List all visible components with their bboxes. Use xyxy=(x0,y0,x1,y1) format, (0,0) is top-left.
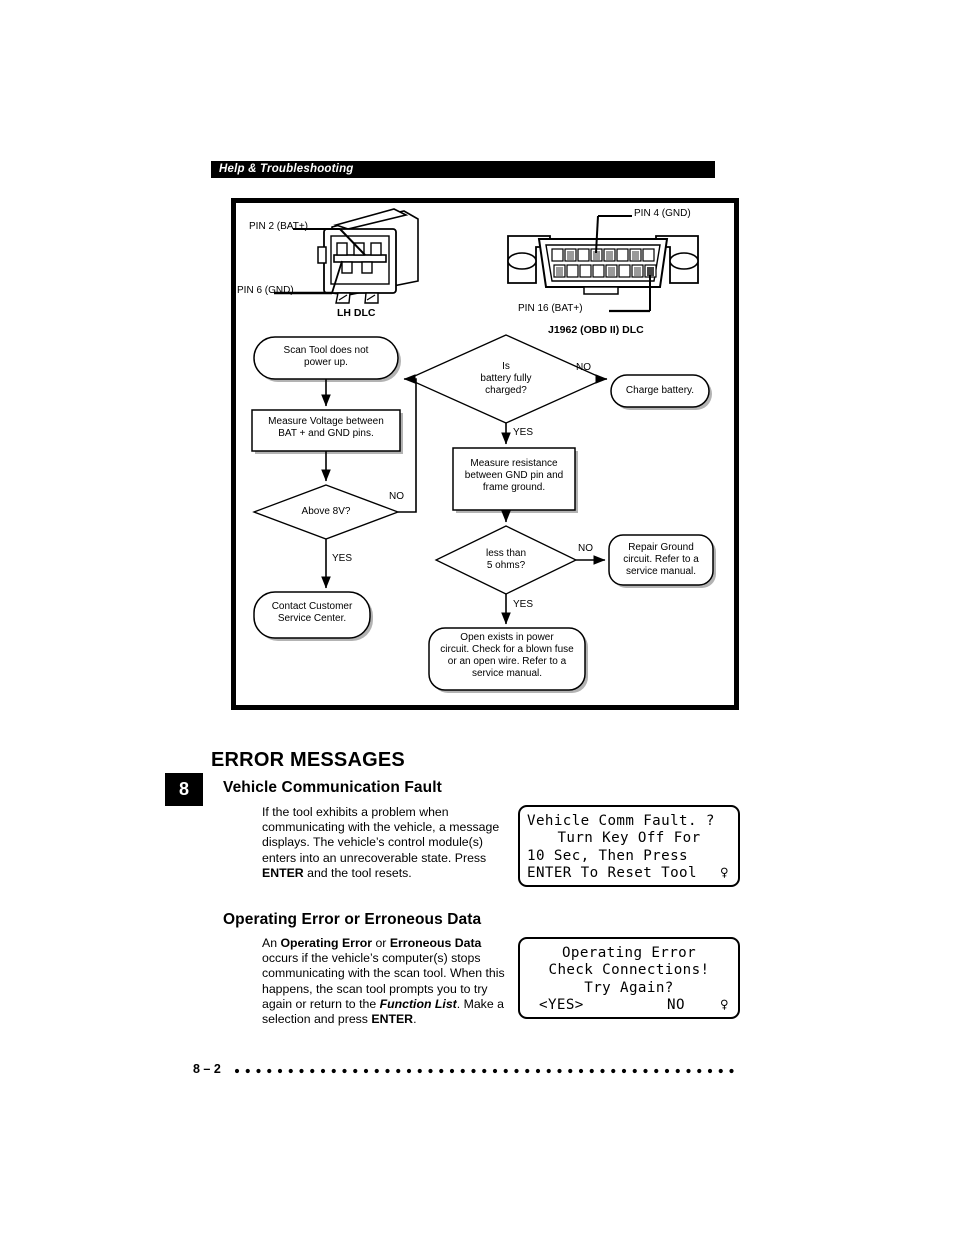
lcd-line-2: Check Connections! xyxy=(548,962,710,979)
footer-dot-leader xyxy=(235,1068,734,1074)
edge-label-above-8v-yes: YES xyxy=(332,553,353,564)
scroll-down-arrow-icon: ♀ xyxy=(720,865,729,882)
flow-node-charge-battery: Charge battery. xyxy=(625,385,695,396)
figure-graphics xyxy=(251,208,716,693)
heading-operating-error-or-erroneous-data: Operating Error or Erroneous Data xyxy=(223,911,482,928)
edge-label-less-than-5-ohms-no: NO xyxy=(578,543,593,554)
caption-lh-dlc: LH DLC xyxy=(337,307,376,319)
flow-node-above-8v: Above 8V? xyxy=(301,506,351,517)
flow-node-less-than-5-ohms: less than 5 ohms? xyxy=(485,548,527,571)
lcd-line-1: Vehicle Comm Fault. ? xyxy=(527,813,715,829)
flow-node-measure-resistance: Measure resistance between GND pin and f… xyxy=(464,458,564,493)
body-vehicle-communication-fault: If the tool exhibits a problem when comm… xyxy=(262,805,500,880)
flow-node-repair-ground: Repair Ground circuit. Refer to a servic… xyxy=(623,542,699,577)
running-header-title: Help & Troubleshooting xyxy=(219,163,354,175)
edge-label-less-than-5-ohms-yes: YES xyxy=(513,599,534,610)
troubleshooting-figure: PIN 2 (BAT+) PIN 6 (GND) LH DLC PIN 4 (G… xyxy=(231,198,739,710)
edge-label-battery-charged-yes: YES xyxy=(513,427,534,438)
caption-j1962-dlc: J1962 (OBD II) DLC xyxy=(548,324,644,336)
lcd-line-4-text: ENTER To Reset Tool xyxy=(527,865,697,882)
chapter-number: 8 xyxy=(178,779,189,799)
lcd-line-3: 10 Sec, Then Press xyxy=(527,847,688,864)
scroll-down-arrow-icon: ♀ xyxy=(720,997,729,1014)
footer-page-number: 8 – 2 xyxy=(193,1062,221,1076)
lcd-screen-operating-error: Operating Error Check Connections! Try A… xyxy=(518,937,740,1019)
lcd-line-2: Turn Key Off For xyxy=(557,830,701,847)
lcd-option-no[interactable]: NO xyxy=(667,997,685,1014)
edge-label-above-8v-no: NO xyxy=(389,491,404,502)
lcd-line-1: Operating Error xyxy=(561,945,697,961)
flow-node-battery-charged: Is battery fully charged? xyxy=(480,361,532,396)
running-header-bar: Help & Troubleshooting xyxy=(211,161,715,178)
page-title: ERROR MESSAGES xyxy=(211,749,405,771)
flow-node-measure-voltage: Measure Voltage between BAT + and GND pi… xyxy=(268,416,384,439)
heading-vehicle-communication-fault: Vehicle Communication Fault xyxy=(223,779,442,796)
lcd-line-4: ENTER To Reset Tool ♀ xyxy=(527,865,731,882)
lcd-line-3: Try Again? xyxy=(584,979,674,996)
callout-pin-2-bat-plus: PIN 2 (BAT+) xyxy=(249,221,308,232)
page-footer: 8 – 2 xyxy=(193,1062,741,1078)
edge-label-battery-charged-no: NO xyxy=(576,362,591,373)
flow-node-contact-service: Contact Customer Service Center. xyxy=(271,601,353,624)
flow-node-open-in-power: Open exists in power circuit. Check for … xyxy=(440,632,574,679)
callout-pin-4-gnd: PIN 4 (GND) xyxy=(634,208,691,219)
body-operating-error-or-erroneous-data: An Operating Error or Erroneous Data occ… xyxy=(262,936,505,1027)
callout-pin-16-bat-plus: PIN 16 (BAT+) xyxy=(518,303,583,314)
callout-pin-6-gnd: PIN 6 (GND) xyxy=(237,285,294,296)
chapter-tab: 8 xyxy=(165,773,203,806)
lcd-screen-vehicle-comm-fault: Vehicle Comm Fault. ? Turn Key Off For 1… xyxy=(518,805,740,887)
flow-node-start: Scan Tool does not power up. xyxy=(283,345,369,368)
lcd-line-4: <YES> NO ♀ xyxy=(527,997,731,1014)
lcd-option-yes-selected[interactable]: <YES> xyxy=(539,997,584,1014)
j1962-dlc-graphic xyxy=(507,215,699,313)
